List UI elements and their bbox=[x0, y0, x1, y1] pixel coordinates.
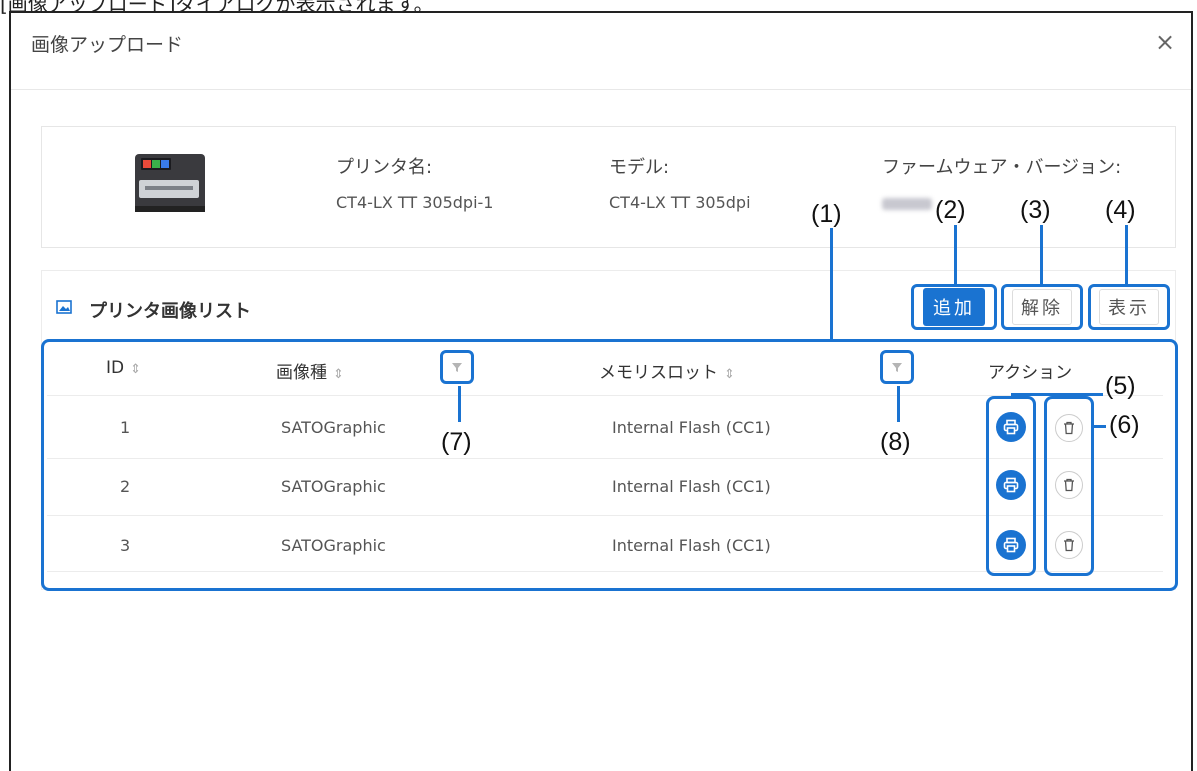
printer-icon bbox=[1003, 477, 1019, 493]
show-button-label: 表示 bbox=[1099, 289, 1159, 325]
table-cell-image-type: SATOGraphic bbox=[281, 477, 386, 496]
callout-leader-1 bbox=[830, 228, 833, 340]
printer-info-card bbox=[41, 126, 1176, 248]
image-list-title: プリンタ画像リスト bbox=[89, 301, 251, 322]
printer-name-label: プリンタ名: bbox=[336, 157, 433, 178]
table-cell-id: 2 bbox=[120, 477, 131, 496]
sort-icon[interactable]: ⇕ bbox=[130, 362, 141, 377]
release-button[interactable]: 解除 bbox=[1001, 284, 1083, 330]
callout-2: (2) bbox=[935, 196, 966, 224]
delete-button[interactable] bbox=[1055, 471, 1083, 499]
column-header-memory-slot[interactable]: メモリスロット ⇕ bbox=[599, 358, 735, 383]
add-button-label: 追加 bbox=[923, 288, 985, 326]
image-type-filter-button[interactable] bbox=[440, 350, 474, 384]
trash-icon bbox=[1064, 478, 1074, 492]
delete-button[interactable] bbox=[1055, 531, 1083, 559]
printer-name-value: CT4-LX TT 305dpi-1 bbox=[336, 193, 494, 212]
trash-icon bbox=[1064, 538, 1074, 552]
release-button-label: 解除 bbox=[1012, 289, 1072, 325]
show-button[interactable]: 表示 bbox=[1088, 284, 1170, 330]
table-cell-image-type: SATOGraphic bbox=[281, 536, 386, 555]
table-cell-memory-slot: Internal Flash (CC1) bbox=[612, 418, 771, 437]
dialog-title: 画像アップロード bbox=[31, 34, 184, 56]
column-header-image-type[interactable]: 画像種 ⇕ bbox=[276, 358, 344, 383]
printer-icon bbox=[1003, 537, 1019, 553]
callout-leader-7 bbox=[458, 386, 461, 422]
firmware-value-redacted bbox=[882, 198, 932, 210]
callout-6: (6) bbox=[1109, 411, 1140, 439]
table-cell-memory-slot: Internal Flash (CC1) bbox=[612, 536, 771, 555]
model-value: CT4-LX TT 305dpi bbox=[609, 193, 751, 212]
delete-button[interactable] bbox=[1055, 414, 1083, 442]
table-cell-id: 3 bbox=[120, 536, 131, 555]
callout-leader-8 bbox=[897, 386, 900, 422]
callout-4: (4) bbox=[1105, 196, 1136, 224]
callout-5: (5) bbox=[1105, 372, 1136, 400]
callout-leader-3 bbox=[1040, 225, 1043, 285]
table-cell-memory-slot: Internal Flash (CC1) bbox=[612, 477, 771, 496]
printer-image bbox=[135, 154, 205, 212]
table-cell-image-type: SATOGraphic bbox=[281, 418, 386, 437]
memory-slot-filter-button[interactable] bbox=[880, 350, 914, 384]
filter-icon bbox=[892, 363, 902, 372]
sort-icon[interactable]: ⇕ bbox=[724, 367, 735, 382]
model-label: モデル: bbox=[609, 157, 670, 178]
table-cell-id: 1 bbox=[120, 418, 131, 437]
callout-leader-4 bbox=[1125, 225, 1128, 285]
callout-1: (1) bbox=[811, 200, 842, 228]
firmware-label: ファームウェア・バージョン: bbox=[882, 157, 1122, 178]
image-icon bbox=[56, 300, 72, 314]
print-button[interactable] bbox=[996, 470, 1026, 500]
trash-icon bbox=[1064, 421, 1074, 435]
callout-leader-6 bbox=[1094, 425, 1106, 428]
callout-7: (7) bbox=[441, 428, 472, 456]
callout-8: (8) bbox=[880, 428, 911, 456]
filter-icon bbox=[452, 363, 462, 372]
add-button[interactable]: 追加 bbox=[911, 284, 997, 330]
printer-icon bbox=[1003, 419, 1019, 435]
column-header-action: アクション bbox=[988, 363, 1073, 383]
callout-leader-5 bbox=[1011, 393, 1103, 396]
print-button[interactable] bbox=[996, 530, 1026, 560]
callout-3: (3) bbox=[1020, 196, 1051, 224]
column-header-id[interactable]: ID ⇕ bbox=[106, 358, 141, 378]
title-divider bbox=[11, 89, 1191, 90]
print-button[interactable] bbox=[996, 412, 1026, 442]
sort-icon[interactable]: ⇕ bbox=[333, 367, 344, 382]
callout-leader-2 bbox=[954, 225, 957, 285]
close-icon[interactable]: × bbox=[1155, 30, 1175, 54]
